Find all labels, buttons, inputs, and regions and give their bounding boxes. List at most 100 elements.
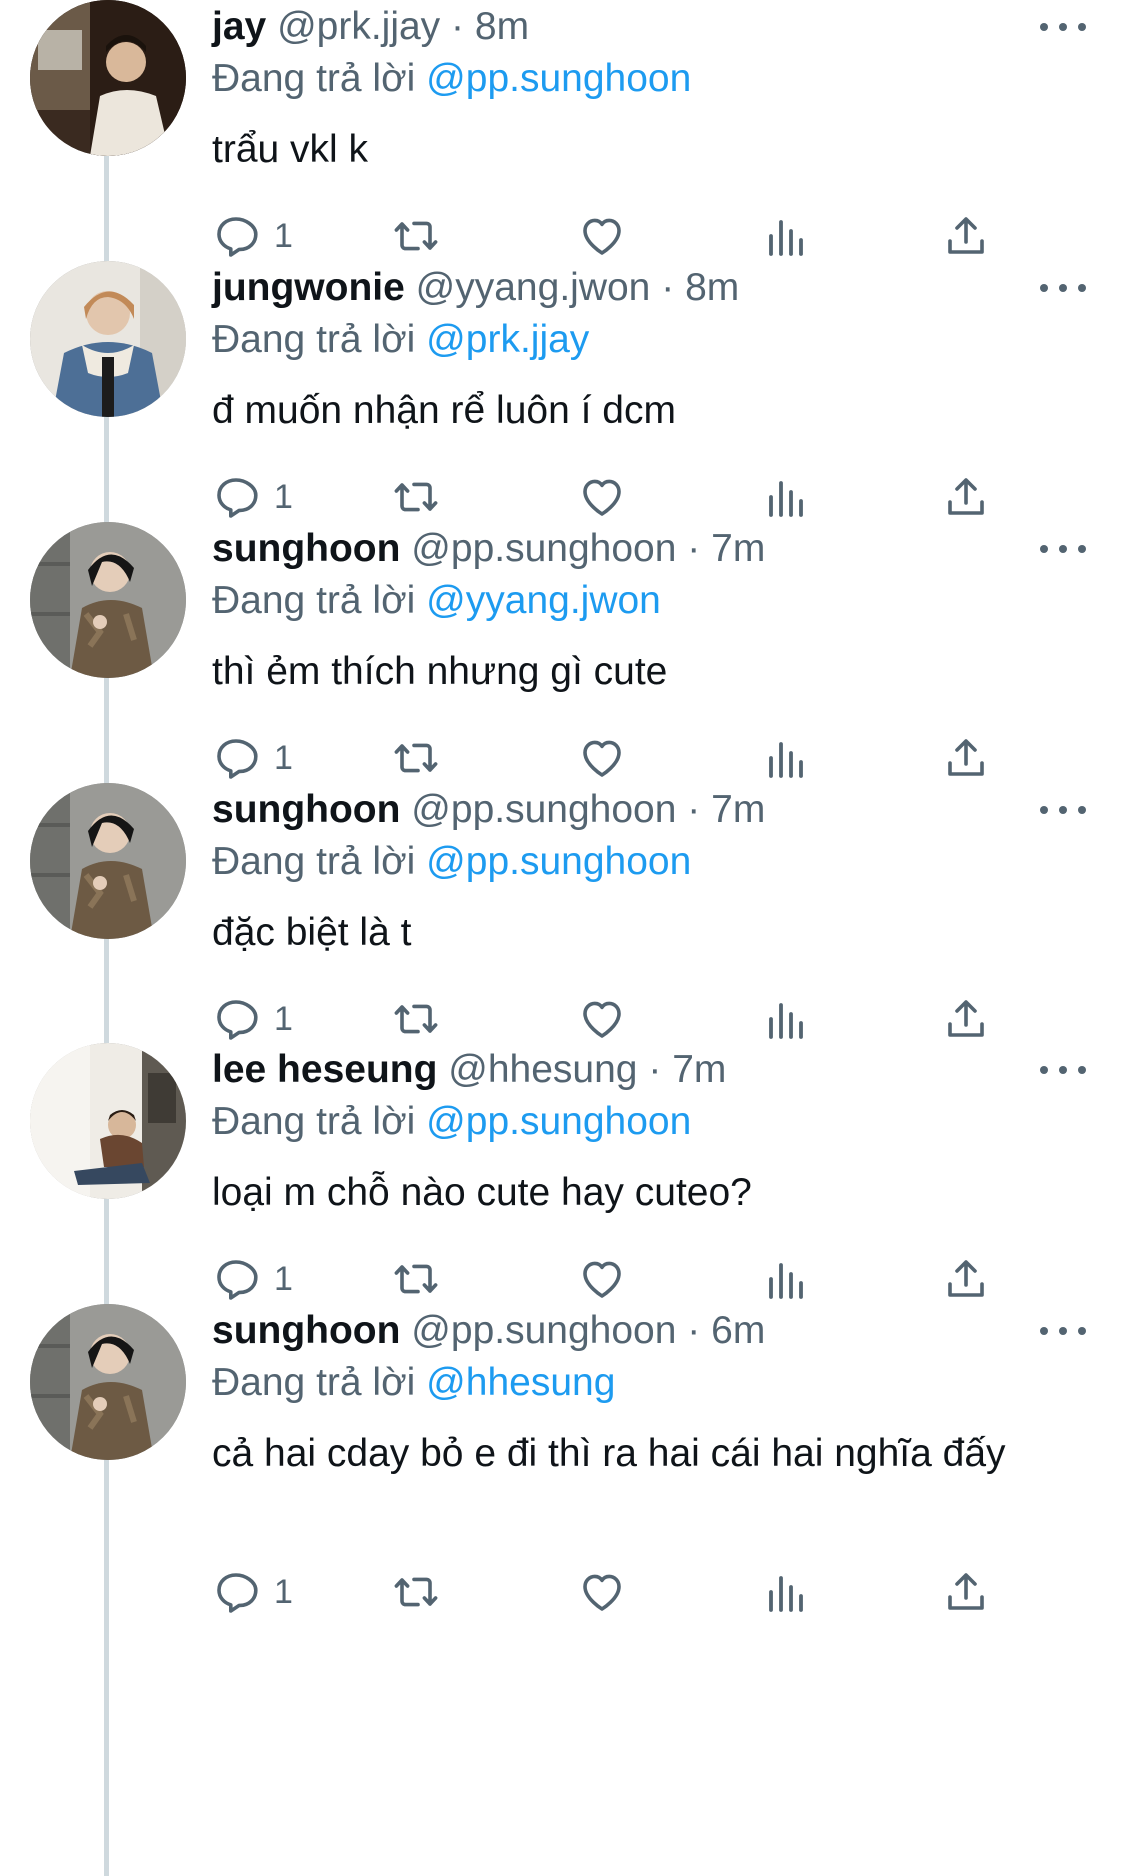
like-icon <box>583 1001 621 1038</box>
replying-mention[interactable]: @pp.sunghoon <box>426 57 691 100</box>
retweet-button[interactable] <box>392 1249 440 1309</box>
tweet-header: sunghoon @pp.sunghoon · 7m <box>212 785 765 835</box>
share-icon <box>948 478 984 515</box>
reply-button[interactable]: 1 <box>212 467 293 527</box>
replying-mention[interactable]: @pp.sunghoon <box>426 1100 691 1143</box>
separator-dot: · <box>687 1309 701 1352</box>
user-handle[interactable]: @pp.sunghoon <box>411 527 676 570</box>
action-bar: 1 <box>212 206 1032 266</box>
more-icon[interactable] <box>1040 1316 1086 1346</box>
share-icon <box>948 217 984 254</box>
display-name[interactable]: sunghoon <box>212 1309 400 1352</box>
share-button[interactable] <box>942 467 990 527</box>
reply-count: 1 <box>274 216 293 255</box>
replying-to: Đang trả lời @prk.jjay <box>212 315 589 365</box>
views-button[interactable] <box>762 989 810 1049</box>
reply-icon <box>217 217 258 257</box>
action-bar: 1 <box>212 467 1032 527</box>
user-handle[interactable]: @yyang.jwon <box>416 266 651 309</box>
like-icon <box>583 740 621 777</box>
retweet-button[interactable] <box>392 989 440 1049</box>
replying-to: Đang trả lời @pp.sunghoon <box>212 1097 691 1147</box>
retweet-icon <box>394 221 438 251</box>
tweet-text: đ muốn nhận rể luôn í dcm <box>212 389 676 432</box>
user-handle[interactable]: @hhesung <box>448 1048 637 1091</box>
reply-icon <box>217 478 258 518</box>
views-button[interactable] <box>762 206 810 266</box>
timestamp[interactable]: 7m <box>711 527 765 570</box>
avatar[interactable] <box>30 522 186 678</box>
display-name[interactable]: sunghoon <box>212 527 400 570</box>
timestamp[interactable]: 7m <box>711 788 765 831</box>
reply-count: 1 <box>274 738 293 777</box>
action-bar: 1 <box>212 728 1032 788</box>
retweet-button[interactable] <box>392 467 440 527</box>
views-button[interactable] <box>762 1562 810 1622</box>
more-icon[interactable] <box>1040 534 1086 564</box>
display-name[interactable]: lee heseung <box>212 1048 437 1091</box>
reply-button[interactable]: 1 <box>212 989 293 1049</box>
like-button[interactable] <box>578 1249 626 1309</box>
retweet-button[interactable] <box>392 1562 440 1622</box>
replying-mention[interactable]: @prk.jjay <box>426 318 589 361</box>
like-icon <box>583 1261 621 1298</box>
separator-dot: · <box>451 5 465 48</box>
user-handle[interactable]: @pp.sunghoon <box>411 1309 676 1352</box>
views-button[interactable] <box>762 1249 810 1309</box>
tweet-header: sunghoon @pp.sunghoon · 6m <box>212 1306 765 1356</box>
retweet-button[interactable] <box>392 206 440 266</box>
user-handle[interactable]: @prk.jjay <box>277 5 440 48</box>
more-icon[interactable] <box>1040 795 1086 825</box>
like-button[interactable] <box>578 728 626 788</box>
avatar[interactable] <box>30 1304 186 1460</box>
like-button[interactable] <box>578 989 626 1049</box>
timestamp[interactable]: 8m <box>475 5 529 48</box>
timestamp[interactable]: 6m <box>711 1309 765 1352</box>
avatar[interactable] <box>30 783 186 939</box>
display-name[interactable]: sunghoon <box>212 788 400 831</box>
tweet[interactable]: sunghoon @pp.sunghoon · 6m Đang trả lời … <box>0 1304 1125 1876</box>
retweet-button[interactable] <box>392 728 440 788</box>
avatar[interactable] <box>30 0 186 156</box>
more-icon[interactable] <box>1040 12 1086 42</box>
reply-button[interactable]: 1 <box>212 1249 293 1309</box>
share-button[interactable] <box>942 728 990 788</box>
share-button[interactable] <box>942 1249 990 1309</box>
avatar[interactable] <box>30 1043 186 1199</box>
reply-button[interactable]: 1 <box>212 206 293 266</box>
reply-button[interactable]: 1 <box>212 1562 293 1622</box>
replying-to: Đang trả lời @yyang.jwon <box>212 576 661 626</box>
share-icon <box>948 1000 984 1037</box>
timestamp[interactable]: 8m <box>685 266 739 309</box>
share-button[interactable] <box>942 989 990 1049</box>
tweet-header: sunghoon @pp.sunghoon · 7m <box>212 524 765 574</box>
views-icon <box>769 1003 803 1039</box>
reply-count: 1 <box>274 477 293 516</box>
like-button[interactable] <box>578 1562 626 1622</box>
like-button[interactable] <box>578 206 626 266</box>
like-button[interactable] <box>578 467 626 527</box>
timestamp[interactable]: 7m <box>672 1048 726 1091</box>
share-button[interactable] <box>942 206 990 266</box>
share-button[interactable] <box>942 1562 990 1622</box>
replying-mention[interactable]: @yyang.jwon <box>426 579 661 622</box>
views-icon <box>769 481 803 517</box>
views-icon <box>769 1576 803 1612</box>
reply-button[interactable]: 1 <box>212 728 293 788</box>
replying-mention[interactable]: @pp.sunghoon <box>426 840 691 883</box>
views-button[interactable] <box>762 728 810 788</box>
avatar[interactable] <box>30 261 186 417</box>
tweet-header: jay @prk.jjay · 8m <box>212 2 529 52</box>
display-name[interactable]: jungwonie <box>212 266 405 309</box>
user-handle[interactable]: @pp.sunghoon <box>411 788 676 831</box>
views-button[interactable] <box>762 467 810 527</box>
share-icon <box>948 1260 984 1297</box>
more-icon[interactable] <box>1040 1055 1086 1085</box>
reply-count: 1 <box>274 1572 293 1611</box>
more-icon[interactable] <box>1040 273 1086 303</box>
tweet-header: jungwonie @yyang.jwon · 8m <box>212 263 739 313</box>
views-icon <box>769 1263 803 1299</box>
display-name[interactable]: jay <box>212 5 266 48</box>
tweet-text: loại m chỗ nào cute hay cuteo? <box>212 1171 752 1214</box>
replying-mention[interactable]: @hhesung <box>426 1361 615 1404</box>
